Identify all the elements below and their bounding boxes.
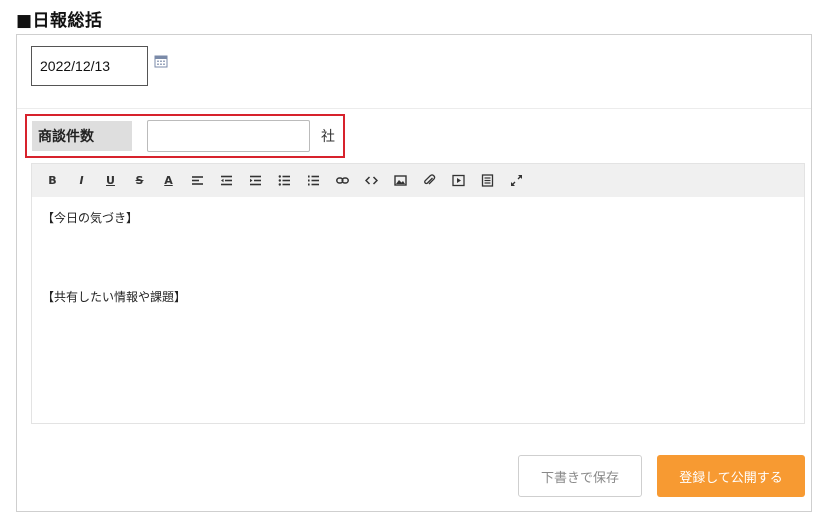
deal-count-input[interactable] [147,120,310,152]
document-icon[interactable] [473,169,502,193]
rich-text-editor: B I U S A 【今日の気づき】 【共有したい情報や課題】 [31,163,805,424]
date-input[interactable] [31,46,148,86]
bullet-list-icon[interactable] [270,169,299,193]
publish-button[interactable]: 登録して公開する [657,455,805,497]
section-title: ■日報総括 [16,11,103,31]
underline-button[interactable]: U [96,169,125,193]
align-left-icon[interactable] [183,169,212,193]
expand-icon[interactable] [502,169,531,193]
italic-button[interactable]: I [67,169,96,193]
editor-toolbar: B I U S A [32,164,804,197]
link-icon[interactable] [328,169,357,193]
video-icon[interactable] [444,169,473,193]
outdent-icon[interactable] [212,169,241,193]
paperclip-icon[interactable] [415,169,444,193]
date-row [31,46,168,86]
editor-content[interactable]: 【今日の気づき】 【共有したい情報や課題】 [32,197,804,319]
daily-summary-panel: 商談件数 社 B I U S A [16,34,812,512]
numbered-list-icon[interactable] [299,169,328,193]
font-color-button[interactable]: A [154,169,183,193]
bold-button[interactable]: B [38,169,67,193]
save-draft-button[interactable]: 下書きで保存 [518,455,642,497]
deal-count-row: 商談件数 社 [25,114,345,158]
deal-count-unit: 社 [321,129,335,145]
calendar-icon[interactable] [154,53,168,68]
editor-line: 【共有したい情報や課題】 [42,290,187,304]
image-icon[interactable] [386,169,415,193]
deal-count-label: 商談件数 [32,121,132,151]
strikethrough-button[interactable]: S [125,169,154,193]
editor-line: 【今日の気づき】 [42,211,139,225]
indent-icon[interactable] [241,169,270,193]
divider [17,108,811,109]
code-icon[interactable] [357,169,386,193]
